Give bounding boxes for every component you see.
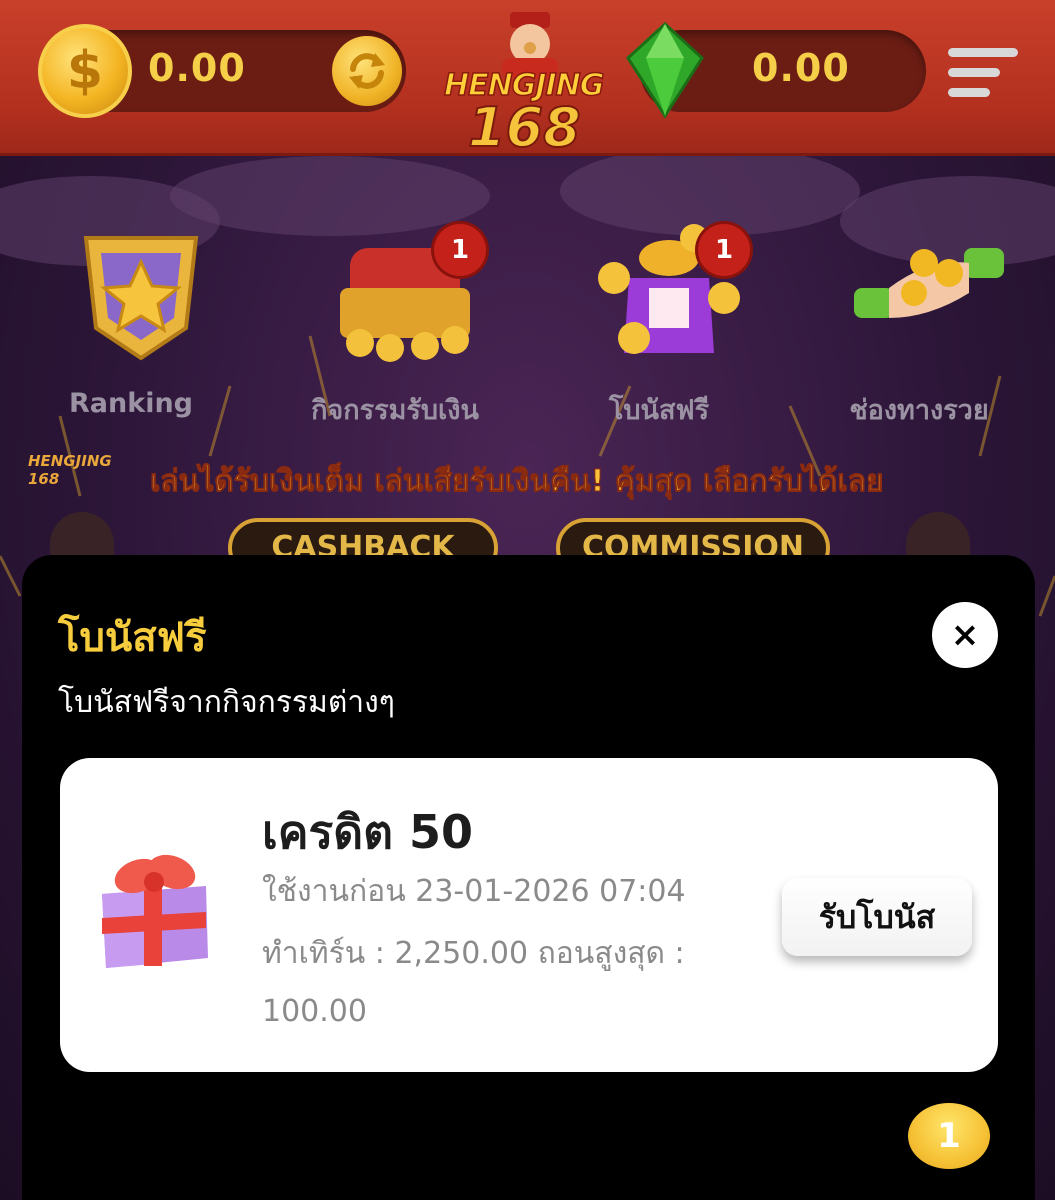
money-balance: 0.00 (148, 46, 246, 90)
menu-free-bonus-label: โบนัสฟรี (608, 395, 710, 426)
menu-ranking[interactable]: Ranking (26, 210, 236, 430)
logo-number: 168 (467, 95, 582, 160)
menu-activity-money[interactable]: 1 กิจกรรมรับเงิน (290, 210, 500, 430)
menu-rich-channel[interactable]: ช่องทางรวย (814, 210, 1024, 430)
hamburger-menu-icon (948, 48, 1018, 57)
star-trophy-icon (83, 236, 199, 361)
refresh-balance-button[interactable] (332, 36, 402, 106)
claim-bonus-button[interactable]: รับโบนัส (782, 878, 972, 956)
bonus-title: เครดิต 50 (262, 805, 473, 859)
free-bonus-notification-badge: 1 (698, 224, 750, 276)
close-icon: × (950, 615, 980, 655)
menu-rich-channel-label: ช่องทางรวย (849, 395, 989, 426)
promo-headline: เล่นได้รับเงินเต็ม เล่นเสียรับเงินคืน! ค… (150, 464, 885, 500)
bonus-max-withdraw: 100.00 (262, 994, 367, 1029)
bonus-card: เครดิต 50 ใช้งานก่อน 23-01-2026 07:04 ทำ… (60, 758, 998, 1072)
activity-notification-badge: 1 (434, 224, 486, 276)
bonus-expiry: ใช้งานก่อน 23-01-2026 07:04 (262, 874, 686, 909)
menu-ranking-label: Ranking (69, 388, 193, 419)
hamburger-menu-button[interactable] (948, 48, 1018, 98)
gem-wallet: 0.00 (626, 21, 926, 119)
gift-box-icon (102, 854, 208, 968)
menu-activity-label: กิจกรรมรับเงิน (311, 395, 479, 426)
hengjing-logo[interactable]: HENGJING 168 (440, 12, 620, 160)
money-wallet: $ 0.00 (38, 24, 406, 118)
close-dialog-button[interactable]: × (932, 602, 998, 668)
dialog-title: โบนัสฟรี (58, 615, 207, 661)
gem-balance: 0.00 (752, 46, 850, 90)
green-gem-icon (626, 21, 704, 119)
menu-free-bonus[interactable]: 1 โบนัสฟรี (554, 210, 764, 430)
refresh-icon (349, 53, 385, 89)
promo-small-logo: HENGJING 168 (28, 452, 112, 488)
dialog-subtitle: โบนัสฟรีจากกิจกรรมต่างๆ (58, 685, 395, 720)
bonus-turnover: ทำเทิร์น : 2,250.00 ถอนสูงสุด : (262, 936, 685, 971)
dollar-coin-icon: $ (38, 24, 132, 118)
page-indicator[interactable]: 1 (908, 1103, 990, 1169)
hand-coins-icon (854, 248, 1004, 318)
top-header: $ 0.00 HENGJING 168 0.00 (0, 0, 1055, 160)
free-bonus-dialog: โบนัสฟรี × โบนัสฟรีจากกิจกรรมต่างๆ เครดิ… (22, 555, 1035, 1200)
